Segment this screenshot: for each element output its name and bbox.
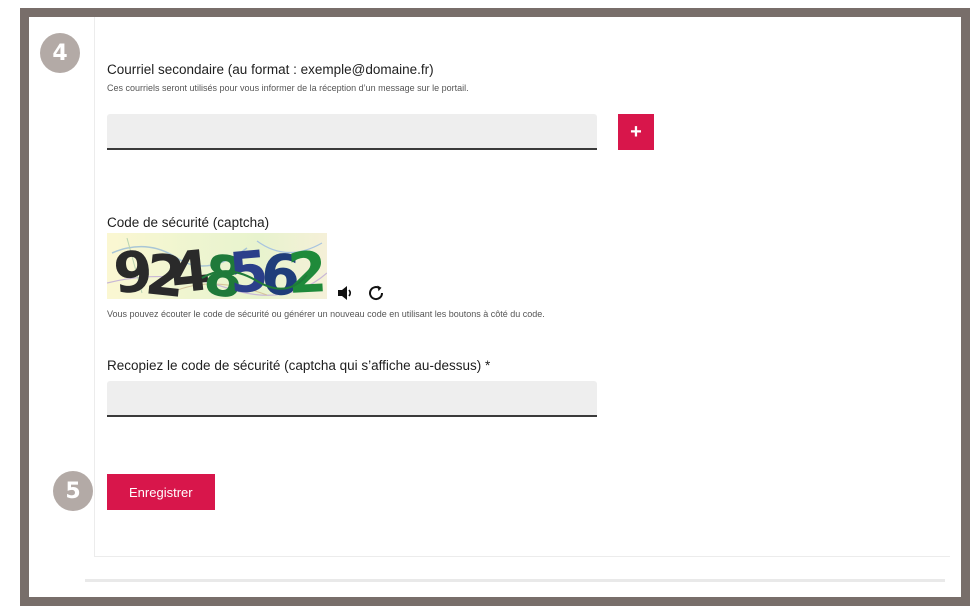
step-4-badge: 4	[40, 33, 80, 73]
secondary-email-label: Courriel secondaire (au format : exemple…	[107, 62, 434, 77]
speaker-icon[interactable]	[335, 283, 355, 303]
bottom-divider	[85, 579, 945, 582]
captcha-hint: Vous pouvez écouter le code de sécurité …	[107, 309, 545, 319]
captcha-code-text: 9248562	[111, 238, 324, 299]
secondary-email-hint: Ces courriels seront utilisés pour vous …	[107, 83, 469, 93]
captcha-input[interactable]	[107, 381, 597, 417]
plus-icon: +	[630, 121, 642, 143]
captcha-label: Code de sécurité (captcha)	[107, 215, 270, 230]
secondary-email-input[interactable]	[107, 114, 597, 150]
add-email-button[interactable]: +	[618, 114, 654, 150]
save-button[interactable]: Enregistrer	[107, 474, 215, 510]
refresh-icon[interactable]	[366, 283, 386, 303]
step-5-badge: 5	[53, 471, 93, 511]
captcha-character: 2	[286, 240, 324, 299]
captcha-image: 9248562	[107, 233, 327, 299]
captcha-input-label: Recopiez le code de sécurité (captcha qu…	[107, 358, 491, 373]
